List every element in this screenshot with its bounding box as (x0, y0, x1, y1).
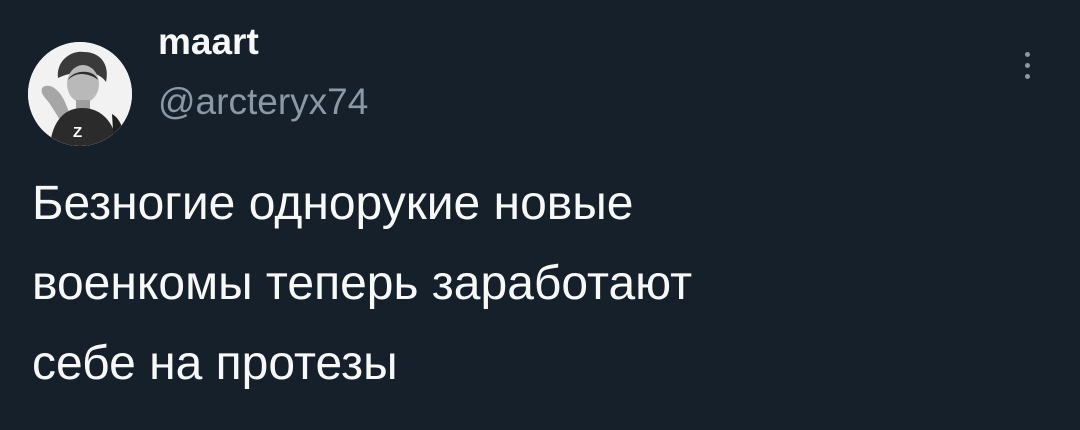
tweet-text-line: Безногие однорукие новые (32, 177, 634, 230)
more-vertical-icon-dot (1025, 52, 1030, 57)
author-display-name[interactable]: maart (158, 20, 259, 64)
more-vertical-icon-dot (1025, 63, 1030, 68)
more-options-button[interactable] (1013, 46, 1043, 86)
avatar-shirt-letter: Z (73, 124, 83, 141)
author-handle[interactable]: @arcteryx74 (158, 80, 368, 124)
tweet-text-line: военкомы теперь заработают (32, 257, 693, 310)
author-avatar[interactable]: Z (28, 42, 132, 146)
tweet-text: Безногие однорукие новые военкомы теперь… (32, 164, 1032, 404)
tweet-card: Z maart @arcteryx74 Безногие однорукие н… (0, 0, 1080, 430)
tweet-text-line: себе на протезы (32, 337, 398, 390)
more-vertical-icon-dot (1025, 74, 1030, 79)
